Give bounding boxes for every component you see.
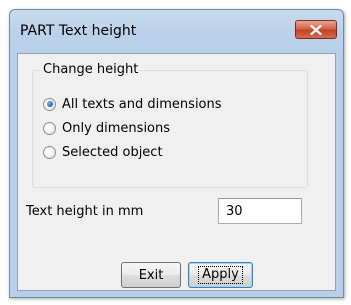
change-height-group: Change height All texts and dimensions O… — [32, 62, 308, 188]
window-title: PART Text height — [20, 23, 137, 39]
radio-button[interactable] — [43, 145, 56, 159]
exit-button-label: Exit — [138, 267, 164, 283]
close-icon — [310, 24, 322, 35]
exit-button[interactable]: Exit — [121, 262, 181, 288]
radio-button[interactable] — [43, 121, 56, 135]
radio-all-texts-and-dimensions[interactable]: All texts and dimensions — [43, 95, 222, 113]
dialog-client-area: Change height All texts and dimensions O… — [17, 53, 336, 291]
text-height-input[interactable]: 30 — [218, 198, 302, 224]
change-height-group-label: Change height — [41, 62, 141, 77]
close-button[interactable] — [295, 20, 337, 39]
apply-button-label: Apply — [198, 266, 243, 284]
radio-button-checked[interactable] — [43, 97, 56, 111]
dialog-window: PART Text height Change height All texts… — [9, 9, 344, 298]
radio-only-dimensions[interactable]: Only dimensions — [43, 119, 170, 137]
text-height-label: Text height in mm — [26, 204, 144, 219]
radio-label: All texts and dimensions — [62, 96, 222, 112]
apply-button[interactable]: Apply — [188, 262, 253, 288]
radio-selected-object[interactable]: Selected object — [43, 143, 163, 161]
radio-label: Only dimensions — [62, 120, 171, 136]
radio-label: Selected object — [62, 144, 163, 160]
